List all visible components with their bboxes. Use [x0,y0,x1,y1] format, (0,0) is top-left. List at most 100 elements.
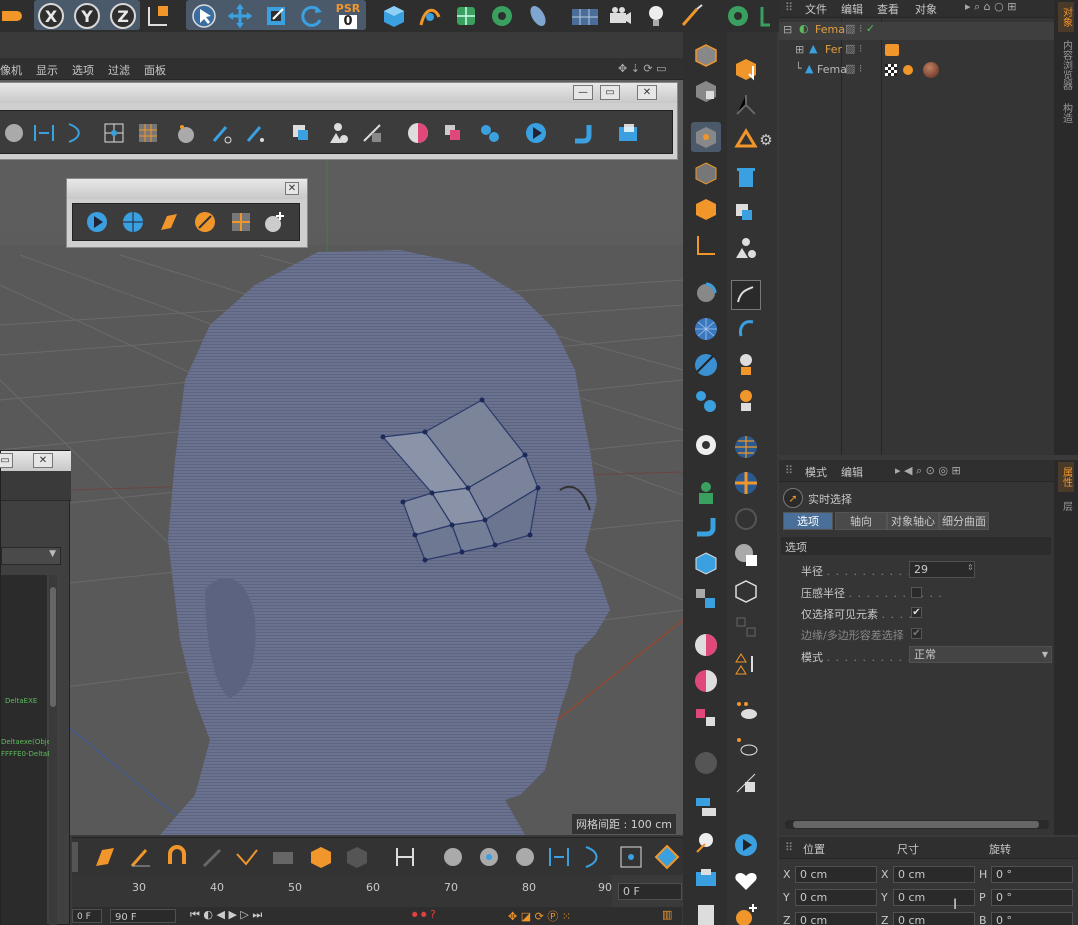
floor-environment-icon[interactable] [570,2,598,30]
radius-input[interactable]: 29 [909,561,975,578]
ik-chain-icon[interactable] [731,350,761,380]
grid-points-icon[interactable] [227,208,255,236]
brush-deselect-icon[interactable] [242,119,270,147]
timeline[interactable]: 30 40 50 60 70 80 90 0 F 0 F 90 F ⏮ ◐ ◀ … [72,875,682,925]
gear-icon[interactable]: ⚙ [756,128,776,152]
edge-cut-icon[interactable] [232,842,262,872]
rect-select-sphere-icon[interactable] [474,842,504,872]
cloner-cubes-icon[interactable] [691,584,721,614]
character-icon[interactable] [691,478,721,508]
log-restore-button[interactable]: ▭ [0,453,13,468]
polygon-grid-icon[interactable] [134,119,162,147]
size-z-input[interactable]: 0 cm [893,912,975,925]
visibility-toggle-icon[interactable]: ▨ ⁝ [845,42,862,55]
brush-paint-icon[interactable] [126,842,156,872]
record-buttons-icon[interactable]: ⏺ ⏺ ? [412,908,436,922]
om-toolbar-icons[interactable]: ▸ ⌕ ⌂ ○ ⊞ [965,0,1016,14]
pen-circle-icon[interactable] [191,208,219,236]
rotation-h-input[interactable]: 0 ° [991,866,1073,883]
loop-select-tool-icon[interactable] [544,842,574,872]
x-axis-lock-button[interactable]: X [37,2,65,30]
sphere-grid-icon[interactable] [119,208,147,236]
z-axis-lock-button[interactable]: Z [109,2,137,30]
checker-tag-icon[interactable] [885,64,897,76]
plane-cut-icon[interactable] [268,842,298,872]
pipe-sweep-icon[interactable] [691,512,721,542]
deformer-bend-icon[interactable] [524,2,552,30]
material-tag-icon[interactable] [923,62,939,78]
gear-settings-icon[interactable] [691,430,721,460]
side-tab-content-browser[interactable]: 内容浏览器 [1058,36,1074,94]
visible-only-checkbox[interactable]: ✔ [911,607,922,618]
import-object-icon[interactable] [731,54,761,84]
sphere-checker-icon[interactable] [731,468,761,498]
ik-goal-icon[interactable] [731,386,761,416]
edges-mode-icon[interactable] [691,158,721,188]
metaball-spheres-icon[interactable] [691,386,721,416]
play-render-icon[interactable] [522,119,550,147]
pen-spline-icon[interactable] [416,2,444,30]
cube-outline-icon[interactable] [691,548,721,578]
coordinate-system-icon[interactable] [144,2,172,30]
points-mode-icon[interactable] [691,122,721,152]
eye-grid-hidden-icon[interactable] [731,732,761,762]
side-tab-layers[interactable]: 层 [1058,496,1074,516]
select-tool-icon[interactable] [190,2,218,30]
stepper-arrows-icon[interactable]: ⇕ [967,563,974,572]
paint-brush-icon[interactable] [678,2,706,30]
symmetry-shapes-icon[interactable] [731,234,761,264]
tweak-mode-icon[interactable] [691,278,721,308]
position-z-input[interactable]: 0 cm [795,912,877,925]
extrude-object-icon[interactable] [614,119,642,147]
rotation-p-input[interactable]: 0 ° [991,889,1073,906]
loop-select-icon[interactable] [30,119,58,147]
pressure-radius-checkbox[interactable] [911,587,922,598]
rotation-b-input[interactable]: 0 ° [991,912,1073,925]
log-close-button[interactable]: ✕ [33,453,53,468]
spline-tool-icon[interactable] [731,280,761,310]
polygons-mode-icon[interactable] [691,194,721,224]
position-y-input[interactable]: 0 cm [795,889,877,906]
knife-icon[interactable] [358,119,386,147]
psr-button[interactable]: PSR 0 [334,2,362,30]
tab-options[interactable]: 选项 [783,512,833,530]
sculpt-brush-icon[interactable] [155,208,183,236]
side-tab-structure[interactable]: 构造 [1058,98,1074,128]
om-menu-edit[interactable]: 编辑 [841,1,863,17]
start-frame-field[interactable]: 0 F [72,909,102,923]
am-menu-edit[interactable]: 编辑 [841,464,863,480]
light-bulb-icon[interactable] [691,828,721,858]
palette-grip[interactable] [72,842,78,872]
sphere-grid-orange-icon[interactable] [731,432,761,462]
disabled-icon[interactable] [731,504,761,534]
trash-icon[interactable] [731,162,761,192]
tab-object-axis[interactable]: 对象轴心 [887,512,939,530]
palette2-close-button[interactable]: ✕ [285,182,299,195]
sculpt-pen-icon[interactable] [90,842,120,872]
timeline-ruler[interactable]: 30 40 50 60 70 80 90 [72,875,612,907]
menu-panel[interactable]: 面板 [144,62,166,78]
rotate-tool-icon[interactable] [298,2,326,30]
phong-tag-icon[interactable] [903,65,913,75]
bevel-cube-icon[interactable] [342,842,372,872]
floating-palette-sculpt[interactable]: ✕ [66,178,308,248]
y-axis-lock-button[interactable]: Y [73,2,101,30]
log-scrollbar[interactable] [49,575,57,925]
keyframe-buttons-icon[interactable]: ✥ ◪ ⟳ Ⓟ ⁙ [508,908,571,924]
close-button[interactable]: ✕ [637,85,657,100]
bracket-icon[interactable] [756,2,776,30]
palette2-titlebar[interactable] [67,179,307,199]
menu-options[interactable]: 选项 [72,62,94,78]
sweep-pipe-icon[interactable] [568,119,596,147]
model-mode-icon[interactable] [691,40,721,70]
bridge-tool-icon[interactable] [390,842,420,872]
am-menu-mode[interactable]: 模式 [805,464,827,480]
am-toolbar-icons[interactable]: ▸ ◀ ⌕ ⊙ ◎ ⊞ [895,464,961,478]
array-cloner-icon[interactable] [488,2,516,30]
render-play-icon[interactable] [731,830,761,860]
restore-button[interactable]: ▭ [600,85,620,100]
boxes-outline-icon[interactable] [731,612,761,642]
render-queue-icon[interactable] [691,864,721,894]
cube-wire-icon[interactable] [731,576,761,606]
live-select-sphere-icon[interactable] [438,842,468,872]
